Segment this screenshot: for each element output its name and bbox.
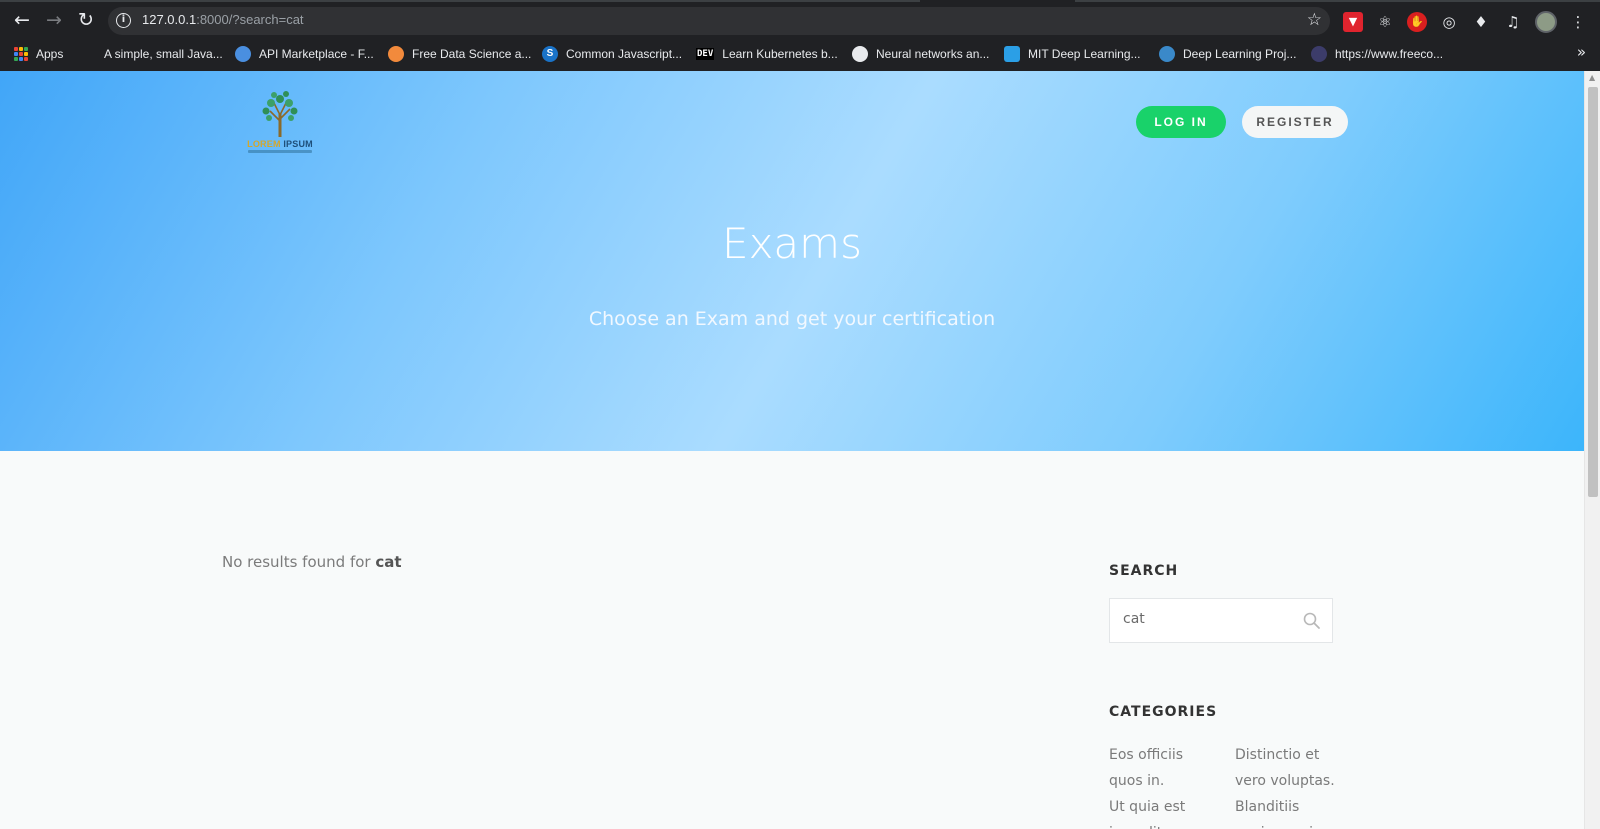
- bookmark-item[interactable]: A simple, small Java...: [104, 43, 223, 65]
- bookmark-item[interactable]: Free Data Science a...: [388, 43, 531, 65]
- category-link[interactable]: veniam qui: [1235, 820, 1345, 829]
- no-results-prefix: No results found for: [222, 553, 376, 571]
- page-title: Exams: [722, 219, 862, 268]
- menu-kebab-icon[interactable]: ⋮: [1568, 12, 1588, 32]
- bookmark-label: Apps: [36, 47, 64, 61]
- tab-strip-edge: [0, 0, 920, 2]
- react-devtools-icon[interactable]: ⚛: [1375, 12, 1395, 32]
- hero-section: LOREM IPSUM LOG IN REGISTER Exams Choose…: [0, 71, 1584, 451]
- media-queue-icon[interactable]: ♫: [1503, 12, 1523, 32]
- scrollbar-thumb[interactable]: [1588, 87, 1598, 497]
- no-results-message: No results found for cat: [222, 553, 402, 571]
- freecodecamp-icon: [1311, 46, 1327, 62]
- search-heading: SEARCH: [1109, 563, 1179, 579]
- search-input-value: cat: [1123, 611, 1145, 627]
- category-link[interactable]: Ut quia est: [1109, 794, 1219, 820]
- bookmark-star-icon[interactable]: ☆: [1307, 10, 1322, 30]
- apps-grid-icon: [14, 47, 28, 61]
- bookmark-item[interactable]: Deep Learning Proj...: [1159, 43, 1296, 65]
- bookmark-label: Deep Learning Proj...: [1183, 47, 1297, 61]
- deep-learning-icon: [1159, 46, 1175, 62]
- profile-avatar-icon[interactable]: [1535, 11, 1557, 33]
- bookmark-label: Common Javascript...: [566, 47, 683, 61]
- s-logo-icon: S: [542, 46, 558, 62]
- adblock-hand-icon[interactable]: ✋: [1407, 12, 1427, 32]
- bookmark-label: Neural networks an...: [876, 47, 990, 61]
- category-link[interactable]: Distinctio et: [1235, 742, 1345, 768]
- bookmark-item[interactable]: S Common Javascript...: [542, 43, 682, 65]
- bookmarks-overflow-icon[interactable]: »: [1577, 43, 1586, 61]
- url-host: 127.0.0.1: [142, 12, 197, 27]
- globe-icon: [852, 46, 868, 62]
- bookmark-item[interactable]: Neural networks an...: [852, 43, 989, 65]
- scroll-up-arrow-icon[interactable]: ▲: [1589, 73, 1595, 82]
- search-icon[interactable]: [1302, 611, 1322, 631]
- logo-tagline-strip: [248, 150, 312, 153]
- tab-strip-edge: [1075, 0, 1600, 2]
- bookmark-item[interactable]: https://www.freeco...: [1311, 43, 1443, 65]
- login-button[interactable]: LOG IN: [1136, 106, 1226, 138]
- extensions-puzzle-icon[interactable]: ♦: [1471, 12, 1491, 32]
- bookmark-item[interactable]: MIT Deep Learning...: [1004, 43, 1141, 65]
- site-logo[interactable]: LOREM IPSUM: [244, 91, 316, 157]
- category-link[interactable]: quos in.: [1109, 768, 1219, 794]
- rapidapi-icon: [235, 46, 251, 62]
- target-extension-icon[interactable]: ◎: [1439, 12, 1459, 32]
- search-input[interactable]: cat: [1109, 598, 1333, 643]
- page-subtitle: Choose an Exam and get your certificatio…: [588, 308, 996, 330]
- bookmark-label: API Marketplace - F...: [259, 47, 374, 61]
- categories-column: Eos officiis quos in. Ut quia est impedi…: [1109, 742, 1219, 829]
- url-text: 127.0.0.1:8000/?search=cat: [142, 12, 304, 27]
- pocket-extension-icon[interactable]: ▼: [1343, 12, 1363, 32]
- site-info-icon[interactable]: i: [116, 13, 131, 28]
- category-link[interactable]: Blanditiis: [1235, 794, 1345, 820]
- address-bar[interactable]: i 127.0.0.1:8000/?search=cat ☆: [108, 7, 1330, 35]
- logo-word-1: LOREM: [247, 139, 281, 149]
- reload-icon[interactable]: ↻: [74, 8, 98, 32]
- dev-logo-icon: DEV: [696, 48, 715, 60]
- no-results-query: cat: [375, 553, 402, 571]
- bookmark-label: Free Data Science a...: [412, 47, 532, 61]
- url-path: :8000/?search=cat: [196, 12, 304, 27]
- network-icon: [1004, 46, 1020, 62]
- back-arrow-icon[interactable]: ←: [10, 8, 34, 32]
- category-link[interactable]: impedit: [1109, 820, 1219, 829]
- cloud-icon: [388, 46, 404, 62]
- browser-chrome: ← → ↻ i 127.0.0.1:8000/?search=cat ☆ ▼ ⚛…: [0, 0, 1600, 71]
- categories-heading: CATEGORIES: [1109, 704, 1218, 720]
- category-link[interactable]: vero voluptas.: [1235, 768, 1345, 794]
- page-scrollbar[interactable]: ▲: [1584, 71, 1600, 829]
- bookmark-item[interactable]: DEV Learn Kubernetes b...: [696, 43, 838, 65]
- category-link[interactable]: Eos officiis: [1109, 742, 1219, 768]
- register-button[interactable]: REGISTER: [1242, 106, 1348, 138]
- bookmarks-bar: Apps A simple, small Java... API Marketp…: [0, 40, 1600, 68]
- categories-column: Distinctio et vero voluptas. Blanditiis …: [1235, 742, 1345, 829]
- tree-logo-icon: [262, 91, 298, 137]
- bookmark-label: MIT Deep Learning...: [1028, 47, 1141, 61]
- page-viewport: LOREM IPSUM LOG IN REGISTER Exams Choose…: [0, 71, 1584, 829]
- logo-word-2: IPSUM: [283, 139, 313, 149]
- bookmark-label: https://www.freeco...: [1335, 47, 1444, 61]
- logo-wordmark: LOREM IPSUM: [244, 139, 316, 149]
- bookmark-item[interactable]: API Marketplace - F...: [235, 43, 374, 65]
- browser-toolbar: ← → ↻ i 127.0.0.1:8000/?search=cat ☆ ▼ ⚛…: [0, 4, 1600, 36]
- bookmark-apps[interactable]: Apps: [14, 43, 63, 65]
- bookmark-label: Learn Kubernetes b...: [722, 47, 838, 61]
- forward-arrow-icon[interactable]: →: [42, 8, 66, 32]
- bookmark-label: A simple, small Java...: [104, 47, 223, 61]
